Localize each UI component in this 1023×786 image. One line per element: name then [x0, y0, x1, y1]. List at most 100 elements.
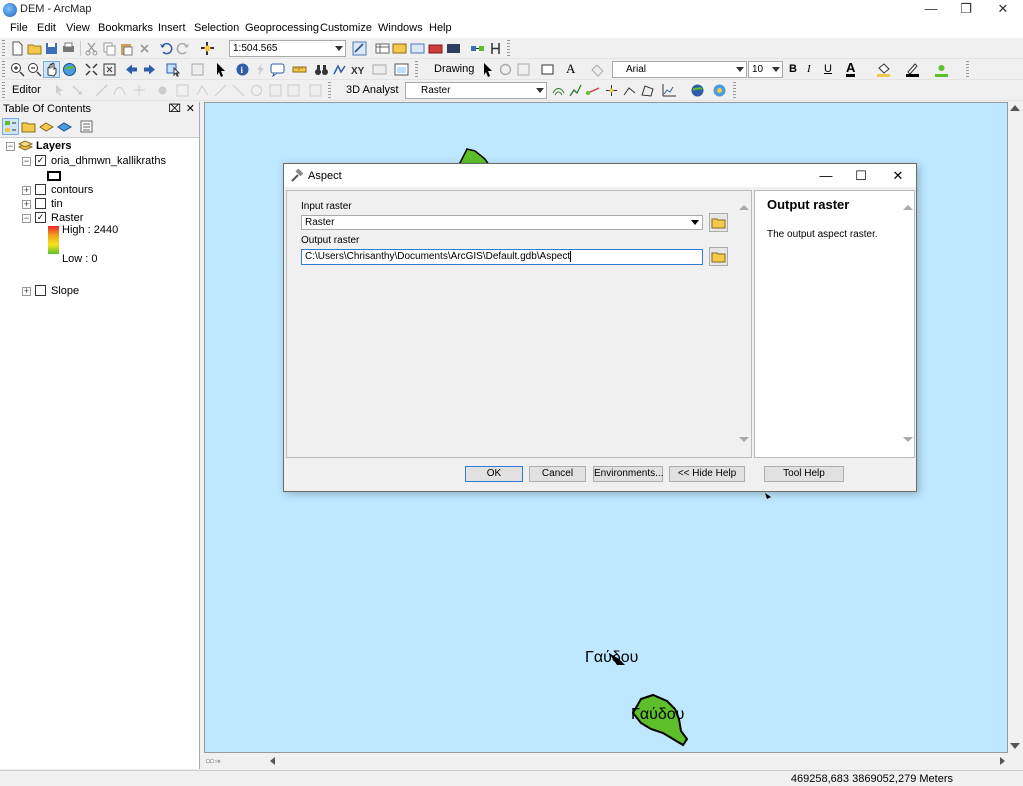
undo-icon[interactable] — [158, 41, 173, 56]
italic-button[interactable]: I — [807, 63, 811, 75]
python-window-icon[interactable] — [446, 41, 461, 56]
clear-selection-icon[interactable] — [190, 62, 205, 77]
edit-vertices-icon[interactable] — [175, 83, 190, 98]
polygon-symbol[interactable] — [47, 171, 61, 181]
scroll-right-icon[interactable] — [1000, 757, 1005, 765]
html-popup-icon[interactable] — [270, 62, 285, 77]
menu-windows[interactable]: Windows — [378, 22, 423, 34]
edit-tool-icon[interactable] — [52, 83, 67, 98]
create-viewer-window-icon[interactable] — [394, 62, 409, 77]
steepest-path-icon[interactable] — [568, 83, 583, 98]
dialog-maximize-button[interactable]: ☐ — [846, 166, 876, 186]
scroll-down-icon[interactable] — [1010, 743, 1020, 749]
analyst-layer-combo[interactable]: Raster — [405, 82, 547, 99]
cut-polygons-icon[interactable] — [213, 83, 228, 98]
split-icon[interactable] — [231, 83, 246, 98]
rotate-icon[interactable] — [498, 62, 513, 77]
layer-name-oria[interactable]: oria_dhmwn_kallikraths — [51, 155, 166, 169]
menu-edit[interactable]: Edit — [37, 22, 56, 34]
new-text-icon[interactable]: A — [566, 61, 575, 77]
line-color-pen-icon[interactable] — [905, 62, 920, 77]
layer-collapse-toggle[interactable]: − — [22, 214, 31, 223]
toolbar-grip[interactable] — [2, 40, 5, 57]
map-scale-combo[interactable]: 1:504.565 — [229, 40, 346, 57]
fixed-zoom-in-icon[interactable] — [84, 62, 99, 77]
scroll-down-icon[interactable] — [739, 437, 749, 442]
layer-name-tin[interactable]: tin — [51, 198, 63, 212]
editor-menu[interactable]: Editor — [12, 84, 41, 96]
layer-visibility-checkbox[interactable]: ✓ — [35, 155, 46, 166]
endpoint-arc-icon[interactable] — [112, 83, 127, 98]
menu-bookmarks[interactable]: Bookmarks — [98, 22, 153, 34]
list-by-selection-icon[interactable] — [57, 119, 72, 134]
toc-options-icon[interactable] — [79, 119, 94, 134]
list-by-visibility-icon[interactable] — [39, 119, 54, 134]
editor-toolbar-icon[interactable] — [352, 41, 367, 56]
layer-visibility-checkbox[interactable] — [35, 285, 46, 296]
cursor-text-icon[interactable] — [488, 41, 503, 56]
elevation-color-ramp[interactable] — [48, 226, 59, 254]
map-horizontal-scrollbar[interactable] — [204, 753, 1022, 769]
print-icon[interactable] — [61, 41, 76, 56]
interpolate-line-icon[interactable] — [622, 83, 637, 98]
rectangle-shape-icon[interactable] — [540, 62, 555, 77]
ok-button[interactable]: OK — [465, 466, 523, 482]
menu-file[interactable]: File — [10, 22, 28, 34]
measure-ruler-icon[interactable] — [292, 62, 307, 77]
rotate-edit-icon[interactable] — [249, 83, 264, 98]
font-color-button[interactable]: A — [846, 61, 856, 77]
sketch-properties-icon[interactable] — [286, 83, 301, 98]
layer-name-slope[interactable]: Slope — [51, 285, 79, 299]
line-of-sight-icon[interactable] — [586, 83, 601, 98]
drawing-menu[interactable]: Drawing — [434, 63, 474, 75]
menu-view[interactable]: View — [66, 22, 90, 34]
select-features-icon[interactable] — [166, 62, 181, 77]
output-raster-input[interactable]: C:\Users\Chrisanthy\Documents\ArcGIS\Def… — [301, 249, 703, 265]
select-elements-arrow-icon[interactable] — [213, 62, 228, 77]
layer-visibility-checkbox[interactable] — [35, 198, 46, 209]
full-extent-globe-icon[interactable] — [62, 62, 77, 77]
interpolate-point-icon[interactable] — [604, 83, 619, 98]
open-folder-icon[interactable] — [27, 41, 42, 56]
layer-expand-toggle[interactable]: + — [22, 287, 31, 296]
edit-annotation-icon[interactable] — [70, 83, 85, 98]
save-icon[interactable] — [44, 41, 59, 56]
layer-visibility-checkbox[interactable]: ✓ — [35, 212, 46, 223]
layer-collapse-toggle[interactable]: − — [22, 157, 31, 166]
cut-icon[interactable] — [84, 41, 99, 56]
arcscene-globe-icon[interactable] — [690, 83, 705, 98]
font-name-combo[interactable]: Arial — [612, 61, 747, 78]
marker-color-icon[interactable] — [934, 62, 949, 77]
toolbar-grip[interactable] — [2, 82, 5, 99]
environments-button[interactable]: Environments... — [593, 466, 663, 482]
layer-visibility-checkbox[interactable] — [35, 184, 46, 195]
fill-color-bucket-icon[interactable] — [876, 62, 891, 77]
toolbar-grip[interactable] — [2, 61, 5, 78]
hide-help-button[interactable]: << Hide Help — [669, 466, 745, 482]
zoom-in-icon[interactable] — [10, 62, 25, 77]
interpolate-polygon-icon[interactable] — [640, 83, 655, 98]
layer-expand-toggle[interactable]: + — [22, 200, 31, 209]
close-panel-icon[interactable]: ✕ — [186, 102, 195, 116]
zoom-out-icon[interactable] — [27, 62, 42, 77]
create-features-icon[interactable] — [308, 83, 323, 98]
3d-analyst-menu[interactable]: 3D Analyst — [346, 84, 399, 96]
toolbar-overflow-grip[interactable] — [507, 40, 510, 57]
arctoolbox-icon[interactable] — [428, 41, 443, 56]
scroll-down-icon[interactable] — [903, 437, 913, 442]
scroll-up-icon[interactable] — [1010, 105, 1020, 111]
dialog-close-button[interactable]: ✕ — [883, 166, 913, 186]
menu-geoprocessing[interactable]: Geoprocessing — [245, 22, 319, 34]
restore-button[interactable]: ❐ — [948, 0, 984, 20]
cancel-button[interactable]: Cancel — [529, 466, 586, 482]
dialog-titlebar[interactable]: Aspect — ☐ ✕ — [284, 164, 916, 187]
map-vertical-scrollbar[interactable] — [1008, 102, 1022, 753]
toolbar-overflow-grip[interactable] — [328, 82, 331, 99]
layout-view-buttons[interactable] — [206, 754, 246, 769]
arcglobe-icon[interactable] — [712, 83, 727, 98]
close-window-button[interactable]: ✕ — [985, 0, 1021, 20]
go-to-xy-icon[interactable]: XY — [350, 62, 365, 77]
redo-icon[interactable] — [176, 41, 191, 56]
contour-icon[interactable] — [551, 83, 566, 98]
drawing-select-arrow-icon[interactable] — [480, 62, 495, 77]
